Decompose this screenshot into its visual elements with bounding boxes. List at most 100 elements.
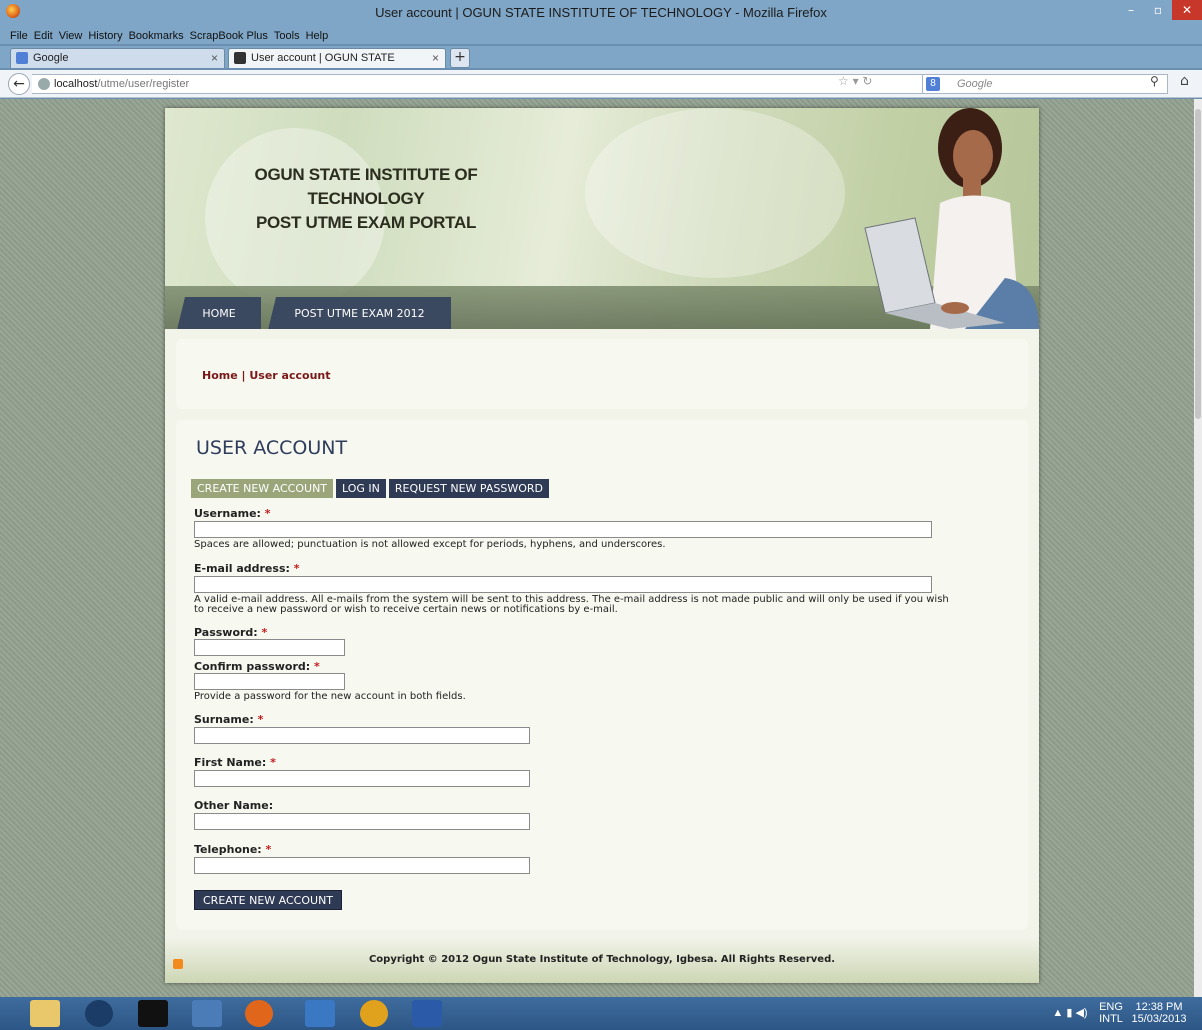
tab-log-in[interactable]: LOG IN: [336, 479, 386, 498]
required-marker: *: [261, 626, 268, 639]
surname-label-text: Surname:: [194, 713, 254, 726]
folder-icon[interactable]: [305, 1000, 335, 1027]
email-field[interactable]: [194, 576, 932, 593]
menu-bookmarks[interactable]: Bookmarks: [129, 28, 184, 44]
menu-tools[interactable]: Tools: [274, 28, 300, 44]
page-viewport: OGUN STATE INSTITUTE OF TECHNOLOGY POST …: [0, 99, 1194, 997]
tab-create-account[interactable]: CREATE NEW ACCOUNT: [191, 479, 334, 498]
maximize-button[interactable]: ▫: [1145, 0, 1171, 20]
surname-field[interactable]: [194, 727, 530, 744]
confirm-password-label: Confirm password: *: [194, 660, 320, 673]
close-window-button[interactable]: ✕: [1172, 0, 1202, 20]
tab-google-label: Google: [33, 52, 69, 64]
password-field[interactable]: [194, 639, 345, 656]
chrome-icon[interactable]: [360, 1000, 388, 1027]
nav-post-utme-exam[interactable]: POST UTME EXAM 2012: [268, 297, 451, 329]
nav-home[interactable]: HOME: [177, 297, 261, 329]
site-footer: Copyright © 2012 Ogun State Institute of…: [165, 937, 1039, 983]
command-prompt-icon[interactable]: [138, 1000, 168, 1027]
username-label-text: Username:: [194, 507, 261, 520]
menu-view[interactable]: View: [59, 28, 83, 44]
url-bar[interactable]: localhost/utme/user/register: [32, 74, 932, 94]
menu-help[interactable]: Help: [306, 28, 329, 44]
layout-text: INTL: [1099, 1013, 1123, 1025]
breadcrumb[interactable]: Home | User account: [202, 369, 331, 382]
clock[interactable]: 12:38 PM 15/03/2013: [1126, 1001, 1192, 1025]
site-title-line1: OGUN STATE INSTITUTE OF TECHNOLOGY: [254, 165, 478, 208]
url-host: localhost: [54, 78, 98, 90]
password-label: Password: *: [194, 626, 267, 639]
site-title-line2: POST UTME EXAM PORTAL: [255, 213, 477, 232]
student-with-laptop-image: [864, 108, 1039, 329]
menu-history[interactable]: History: [88, 28, 122, 44]
create-account-button[interactable]: CREATE NEW ACCOUNT: [194, 890, 343, 910]
search-placeholder: Google: [957, 78, 993, 90]
firefox-taskbar-icon[interactable]: [245, 1000, 273, 1027]
copyright-text: Copyright © 2012 Ogun State Institute of…: [368, 954, 836, 965]
language-indicator[interactable]: ENG INTL: [1098, 1001, 1124, 1025]
globe-icon: [38, 78, 50, 90]
username-label: Username: *: [194, 507, 271, 520]
menu-edit[interactable]: Edit: [34, 28, 53, 44]
tab-close-icon[interactable]: ×: [211, 49, 218, 67]
tab-google[interactable]: Google ×: [10, 48, 225, 68]
confirm-password-label-text: Confirm password:: [194, 660, 311, 673]
signal-volume-icon[interactable]: ▲ ▮ ◀): [1040, 1007, 1100, 1019]
first-name-label: First Name: *: [194, 756, 276, 769]
minimize-button[interactable]: –: [1118, 0, 1144, 20]
tab-close-icon[interactable]: ×: [432, 49, 439, 67]
required-marker: *: [293, 562, 300, 575]
surname-label: Surname: *: [194, 713, 263, 726]
content-panel: USER ACCOUNT CREATE NEW ACCOUNT LOG IN R…: [176, 420, 1028, 930]
search-engine-icon[interactable]: 8: [926, 77, 940, 91]
telephone-field[interactable]: [194, 857, 530, 874]
site-page: OGUN STATE INSTITUTE OF TECHNOLOGY POST …: [165, 108, 1039, 983]
new-tab-button[interactable]: +: [450, 48, 470, 68]
tab-request-password[interactable]: REQUEST NEW PASSWORD: [388, 479, 549, 498]
google-favicon-icon: [16, 52, 28, 64]
clock-time: 12:38 PM: [1135, 1001, 1183, 1013]
window-title: User account | OGUN STATE INSTITUTE OF T…: [375, 5, 827, 20]
hp-icon[interactable]: [85, 1000, 113, 1027]
first-name-label-text: First Name:: [194, 756, 267, 769]
password-description: Provide a password for the new account i…: [194, 691, 466, 702]
windows-taskbar: ▲ ▮ ◀) ENG INTL 12:38 PM 15/03/2013: [0, 997, 1202, 1030]
url-path: /utme/user/register: [97, 78, 190, 90]
bookmark-star-icon[interactable]: ☆ ▾ ↻: [838, 74, 872, 88]
required-marker: *: [313, 660, 320, 673]
confirm-password-field[interactable]: [194, 673, 345, 690]
username-field[interactable]: [194, 521, 932, 538]
window-titlebar: User account | OGUN STATE INSTITUTE OF T…: [0, 0, 1202, 28]
tab-user-account[interactable]: User account | OGUN STATE INSTITU... ×: [228, 48, 446, 82]
password-label-text: Password:: [194, 626, 258, 639]
telephone-label-text: Telephone:: [194, 843, 262, 856]
search-input[interactable]: 8 Google: [922, 74, 1168, 94]
site-header: OGUN STATE INSTITUTE OF TECHNOLOGY POST …: [165, 108, 1039, 329]
telephone-label: Telephone: *: [194, 843, 271, 856]
lang-text: ENG: [1099, 1001, 1123, 1013]
scrollbar-thumb[interactable]: [1195, 109, 1201, 419]
page-scrollbar[interactable]: [1194, 99, 1202, 997]
control-panel-icon[interactable]: [192, 1000, 222, 1027]
email-label-text: E-mail address:: [194, 562, 290, 575]
tab-bar: Google × User account | OGUN STATE INSTI…: [0, 46, 1202, 82]
back-arrow-icon[interactable]: ←: [8, 73, 30, 95]
email-description-line2: to receive a new password or wish to rec…: [194, 604, 618, 615]
other-name-field[interactable]: [194, 813, 530, 830]
search-icon[interactable]: ⚲: [1150, 74, 1159, 88]
required-marker: *: [265, 843, 272, 856]
home-icon[interactable]: ⌂: [1180, 73, 1189, 89]
navigation-bar: ← localhost/utme/user/register ☆ ▾ ↻ 8 G…: [0, 70, 1202, 98]
menu-file[interactable]: File: [10, 28, 28, 44]
required-marker: *: [257, 713, 264, 726]
graduation-cap-icon: [234, 52, 246, 64]
menu-scrapbook[interactable]: ScrapBook Plus: [190, 28, 268, 44]
site-title: OGUN STATE INSTITUTE OF TECHNOLOGY POST …: [206, 163, 526, 235]
file-explorer-icon[interactable]: [30, 1000, 60, 1027]
header-decoration: [585, 108, 845, 278]
required-marker: *: [270, 756, 276, 769]
breadcrumb-panel: Home | User account: [176, 339, 1028, 409]
email-label: E-mail address: *: [194, 562, 300, 575]
word-icon[interactable]: [412, 1000, 442, 1027]
first-name-field[interactable]: [194, 770, 530, 787]
